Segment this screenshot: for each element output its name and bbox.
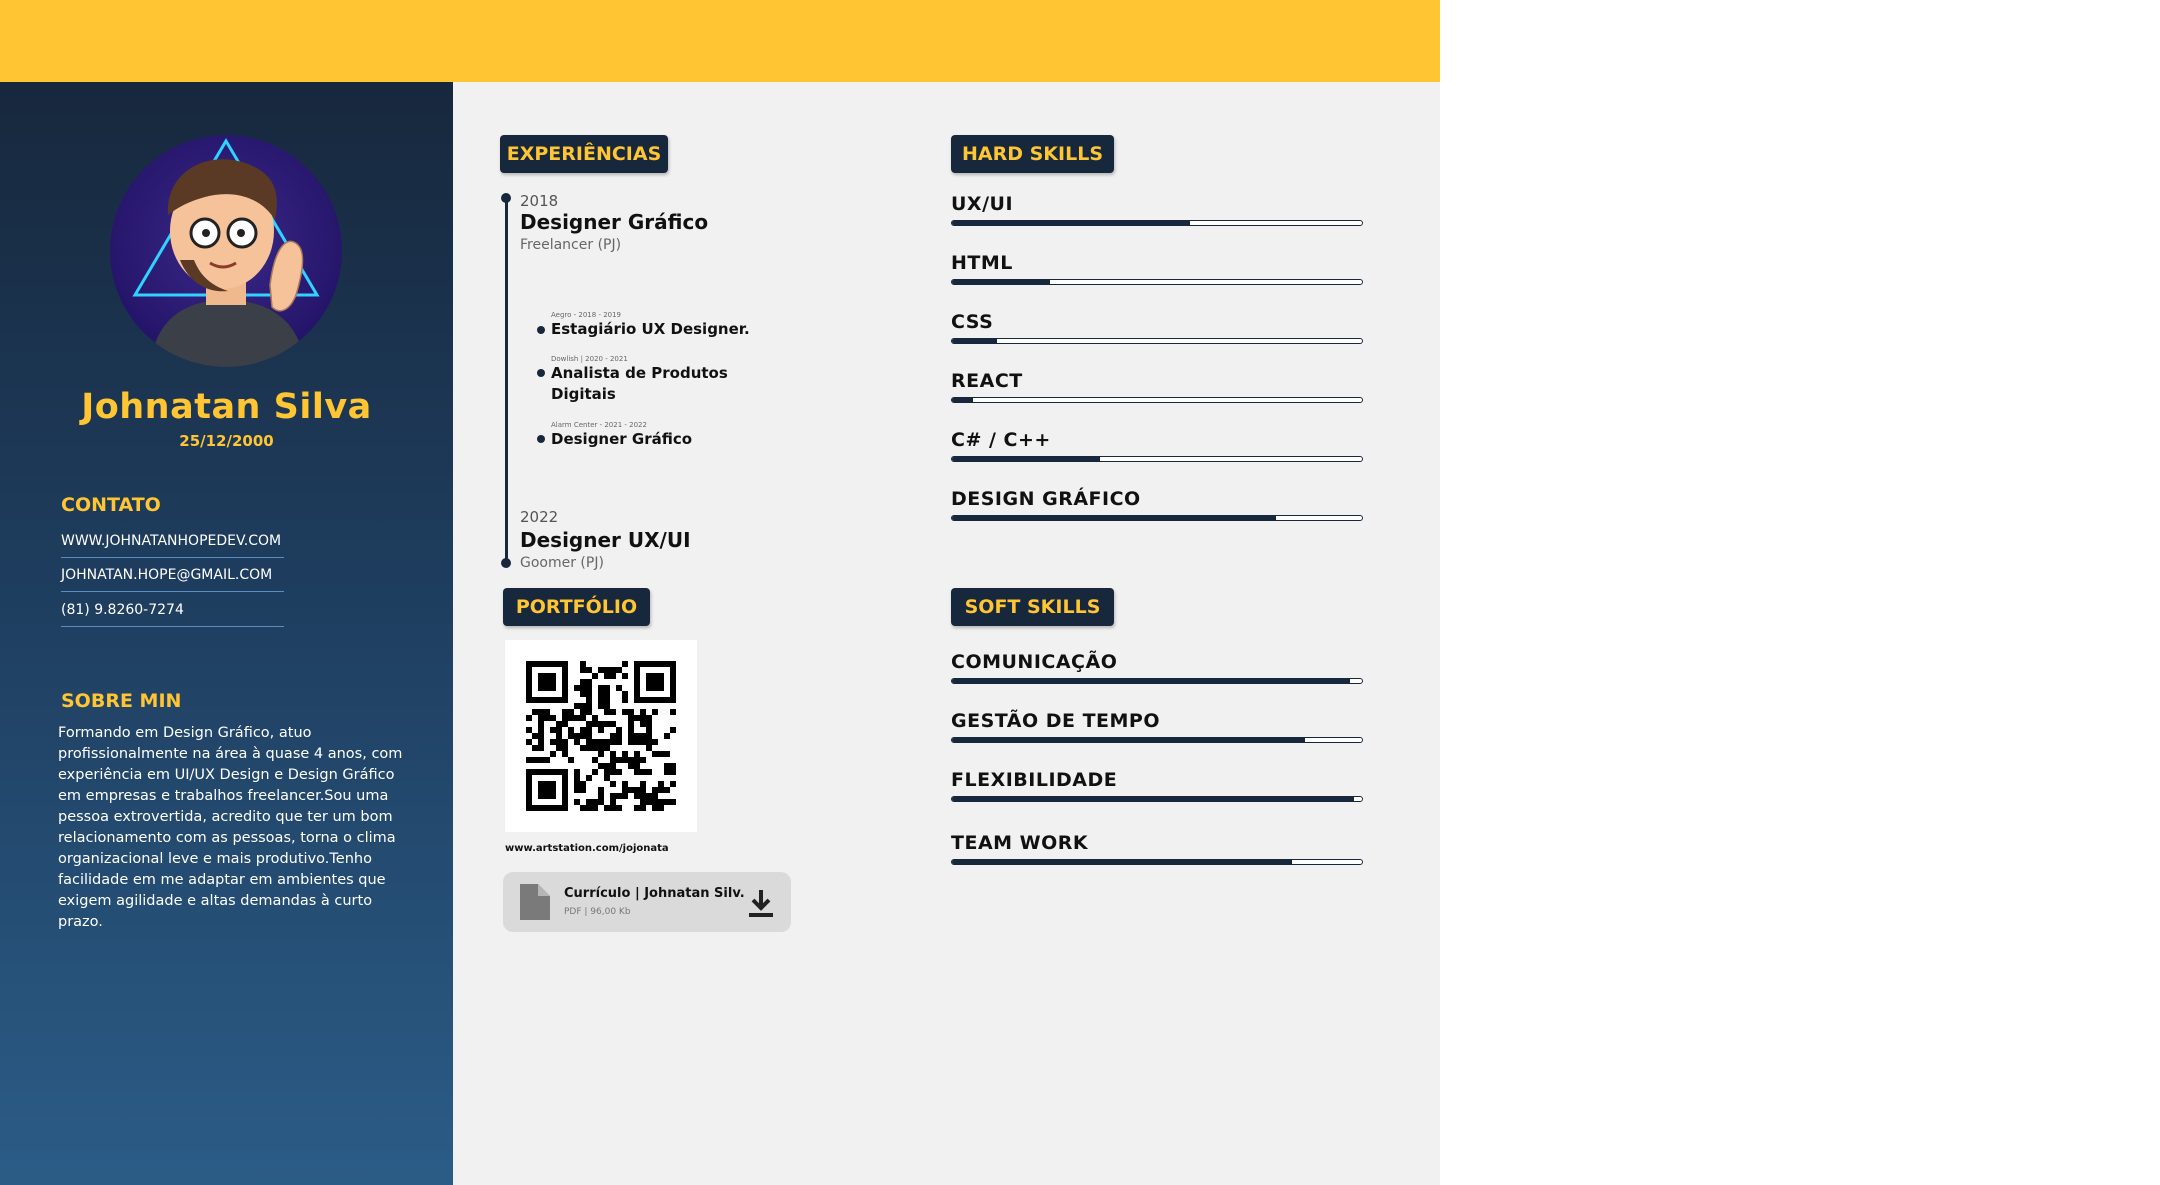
skill-label: UX/UI xyxy=(951,193,1014,215)
skill-bar-fill xyxy=(952,516,1276,520)
qr-code-graphic xyxy=(526,661,676,811)
contact-website[interactable]: WWW.JOHNATANHOPEDEV.COM xyxy=(61,533,284,558)
soft-skills-heading: SOFT SKILLS xyxy=(951,588,1114,626)
skill-bar xyxy=(951,279,1363,285)
portfolio-url[interactable]: www.artstation.com/jojonata xyxy=(505,843,669,854)
skill-label: COMUNICAÇÃO xyxy=(951,651,1118,673)
timeline-line xyxy=(505,197,508,563)
skill-bar xyxy=(951,397,1363,403)
about-heading: SOBRE MIN xyxy=(61,690,182,712)
skill-bar-fill xyxy=(952,457,1100,461)
skill-label: TEAM WORK xyxy=(951,832,1089,854)
skill-bar xyxy=(951,859,1363,865)
skill-bar-fill xyxy=(952,221,1190,225)
skill-bar-fill xyxy=(952,398,973,402)
experience-heading: EXPERIÊNCIAS xyxy=(500,135,668,173)
timeline-start-role: Designer Gráfico xyxy=(520,210,709,234)
skill-bar xyxy=(951,338,1363,344)
timeline-end-year: 2022 xyxy=(520,508,559,526)
skill-bar-fill xyxy=(952,797,1354,801)
contact-email[interactable]: JOHNATAN.HOPE@GMAIL.COM xyxy=(61,567,284,592)
avatar xyxy=(110,135,342,367)
skill-bar xyxy=(951,515,1363,521)
resume-file-title: Currículo | Johnatan Silv. xyxy=(564,886,745,901)
resume-download-card[interactable]: Currículo | Johnatan Silv. PDF | 96,00 K… xyxy=(503,872,791,932)
timeline-end-company: Goomer (PJ) xyxy=(520,555,604,571)
skill-bar xyxy=(951,678,1363,684)
skill-label: GESTÃO DE TEMPO xyxy=(951,710,1161,732)
skill-bar xyxy=(951,796,1363,802)
top-banner xyxy=(0,0,1440,82)
skill-bar-fill xyxy=(952,339,998,343)
contact-phone[interactable]: (81) 9.8260-7274 xyxy=(61,602,284,627)
profile-name: Johnatan Silva xyxy=(81,387,372,427)
profile-dob: 25/12/2000 xyxy=(179,432,274,450)
experience-item-meta: Dowlish | 2020 - 2021 xyxy=(551,355,628,363)
experience-item-meta: Aegro - 2018 - 2019 xyxy=(551,311,622,319)
skill-bar-fill xyxy=(952,738,1305,742)
skill-bar xyxy=(951,737,1363,743)
skill-label: C# / C++ xyxy=(951,429,1051,451)
skill-label: HTML xyxy=(951,252,1013,274)
skill-bar-fill xyxy=(952,679,1350,683)
timeline-start-dot xyxy=(501,193,511,203)
experience-item-bullet xyxy=(537,369,545,377)
skill-bar-fill xyxy=(952,280,1051,284)
about-text: Formando em Design Gráfico, atuo profiss… xyxy=(58,725,403,930)
resume-file-meta: PDF | 96,00 Kb xyxy=(564,907,631,917)
timeline-end-dot xyxy=(501,558,511,568)
portfolio-heading: PORTFÓLIO xyxy=(503,588,650,626)
portfolio-qr-code[interactable] xyxy=(505,640,697,832)
experience-item-role: Analista de Produtos Digitais xyxy=(551,364,728,403)
download-icon[interactable] xyxy=(748,890,774,918)
skill-bar xyxy=(951,456,1363,462)
experience-item-meta: Alarm Center - 2021 - 2022 xyxy=(551,421,647,429)
experience-item-role: Estagiário UX Designer. xyxy=(551,320,750,338)
hard-skills-heading: HARD SKILLS xyxy=(951,135,1114,173)
experience-item-bullet xyxy=(537,435,545,443)
skill-bar-fill xyxy=(952,860,1293,864)
experience-item-bullet xyxy=(537,326,545,334)
skill-label: REACT xyxy=(951,370,1023,392)
skill-bar xyxy=(951,220,1363,226)
sidebar: Johnatan Silva 25/12/2000 CONTATO WWW.JO… xyxy=(0,82,453,1185)
skill-label: FLEXIBILIDADE xyxy=(951,769,1118,791)
timeline-start-company: Freelancer (PJ) xyxy=(520,237,622,253)
contact-heading: CONTATO xyxy=(61,494,161,516)
file-icon xyxy=(520,884,550,920)
skill-label: DESIGN GRÁFICO xyxy=(951,488,1141,510)
experience-item-role: Designer Gráfico xyxy=(551,430,693,448)
timeline-end-role: Designer UX/UI xyxy=(520,528,691,552)
timeline-start-year: 2018 xyxy=(520,192,559,210)
skill-label: CSS xyxy=(951,311,994,333)
